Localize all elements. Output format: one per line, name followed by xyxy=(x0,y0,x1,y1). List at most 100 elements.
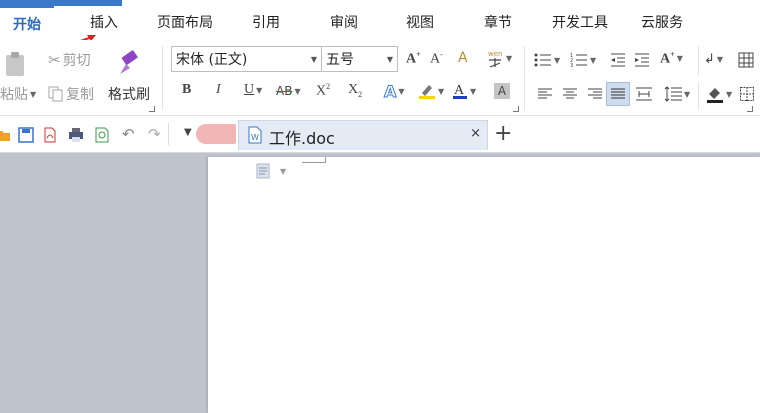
line-spacing-button[interactable]: ▼ xyxy=(664,86,690,102)
ribbon-toolbar: 粘贴 ▼ ✂ 剪切 复制 格式刷 宋体 (正文) ▼ 五号 ▼ A+ A- A … xyxy=(0,40,760,116)
subscript-icon: X2 xyxy=(348,82,363,99)
font-name-value: 宋体 (正文) xyxy=(176,52,248,68)
tab-view[interactable]: 视图 xyxy=(400,6,440,40)
bullet-list-icon xyxy=(534,53,551,67)
decrease-indent-icon[interactable] xyxy=(610,52,626,68)
line-spacing-icon xyxy=(664,86,682,102)
shrink-font-icon: A- xyxy=(430,50,443,67)
chevron-down-icon: ▼ xyxy=(726,89,733,99)
tab-references[interactable]: 引用 xyxy=(246,6,286,40)
chevron-down-icon: ▼ xyxy=(684,89,691,99)
chevron-down-icon: ▼ xyxy=(554,55,561,65)
italic-button[interactable]: I xyxy=(216,82,221,98)
increase-indent-icon[interactable] xyxy=(634,52,650,68)
chevron-down-icon: ▼ xyxy=(438,86,445,96)
paste-icon[interactable] xyxy=(4,50,28,78)
text-direction-icon: A+ xyxy=(660,50,675,67)
chevron-down-icon: ▼ xyxy=(470,86,477,96)
font-name-select[interactable]: 宋体 (正文) ▼ xyxy=(171,46,322,72)
undo-icon[interactable]: ↶ xyxy=(122,125,135,143)
tab-cloud-services[interactable]: 云服务 xyxy=(636,6,688,40)
underline-button[interactable]: U ▼ xyxy=(244,82,262,98)
return-arrow-icon: ↲ xyxy=(704,52,715,67)
open-folder-icon[interactable] xyxy=(0,127,12,143)
chevron-down-icon: ▼ xyxy=(30,89,37,99)
clipboard-dialog-launcher-icon[interactable] xyxy=(149,106,155,112)
distribute-icon[interactable] xyxy=(636,86,652,102)
superscript-button[interactable]: X2 xyxy=(316,82,330,100)
tab-developer-tools[interactable]: 开发工具 xyxy=(544,6,616,40)
numbering-button[interactable]: 123 ▼ xyxy=(570,52,596,68)
format-painter-icon[interactable] xyxy=(116,50,142,76)
clear-format-button[interactable]: A xyxy=(458,50,468,66)
text-direction-button[interactable]: A+ ▼ xyxy=(660,50,683,68)
shading-button[interactable]: ▼ xyxy=(706,85,732,103)
paragraph-dialog-launcher-icon[interactable] xyxy=(747,106,753,112)
align-left-icon[interactable] xyxy=(538,87,552,101)
font-dialog-launcher-icon[interactable] xyxy=(513,106,519,112)
format-painter-label: 格式刷 xyxy=(108,87,150,103)
print-preview-icon[interactable] xyxy=(94,127,110,143)
copy-label: 复制 xyxy=(66,87,94,103)
svg-text:A: A xyxy=(454,83,465,98)
highlight-button[interactable]: ▼ xyxy=(418,82,444,100)
print-icon[interactable] xyxy=(68,127,84,143)
font-color-button[interactable]: A ▼ xyxy=(452,82,476,100)
phonetic-guide-button[interactable]: wen ▼ xyxy=(486,48,512,68)
justify-button[interactable] xyxy=(606,82,630,106)
document-tab-title: 工作.doc xyxy=(269,129,335,148)
copy-button[interactable]: 复制 xyxy=(48,84,94,104)
cut-label: 剪切 xyxy=(62,53,91,69)
strikethrough-button[interactable]: AB ▼ xyxy=(276,84,301,98)
tab-chapter[interactable]: 章节 xyxy=(478,6,518,40)
new-tab-button[interactable]: + xyxy=(494,121,512,147)
table-grid-icon[interactable] xyxy=(738,52,754,68)
text-effect-icon: A xyxy=(383,82,397,102)
paragraph-mark-button[interactable]: ↲ ▼ xyxy=(704,52,723,67)
text-effect-button[interactable]: A ▼ xyxy=(383,82,404,102)
svg-text:3: 3 xyxy=(570,63,573,68)
subscript-button[interactable]: X2 xyxy=(348,82,362,99)
font-size-select[interactable]: 五号 ▼ xyxy=(321,46,398,72)
separator xyxy=(698,46,699,76)
paragraph-layout-icon[interactable] xyxy=(256,163,272,181)
separator xyxy=(524,46,525,110)
bullets-button[interactable]: ▼ xyxy=(534,52,560,68)
chevron-down-icon: ▼ xyxy=(310,55,317,64)
export-pdf-icon[interactable] xyxy=(42,127,58,143)
chevron-down-icon: ▼ xyxy=(256,85,263,95)
superscript-icon: X2 xyxy=(316,82,331,99)
paste-button[interactable]: 粘贴 ▼ xyxy=(0,84,36,104)
align-center-icon[interactable] xyxy=(563,87,577,101)
scissors-icon: ✂ xyxy=(48,51,61,69)
align-right-icon[interactable] xyxy=(588,87,602,101)
chevron-down-icon: ▼ xyxy=(676,54,683,64)
char-shading-button[interactable]: A xyxy=(494,83,510,99)
document-tab[interactable]: W 工作.doc × xyxy=(238,120,488,150)
justify-icon xyxy=(611,88,625,99)
borders-icon[interactable] xyxy=(740,87,754,101)
tab-review[interactable]: 审阅 xyxy=(324,6,364,40)
chevron-down-icon: ▼ xyxy=(716,55,724,64)
chevron-down-icon: ▼ xyxy=(386,55,393,64)
grow-font-button[interactable]: A+ xyxy=(406,50,421,68)
close-icon[interactable]: × xyxy=(470,126,481,141)
redo-icon[interactable]: ↷ xyxy=(148,125,161,143)
bold-button[interactable]: B xyxy=(182,82,191,98)
phonetic-guide-icon: wen xyxy=(488,50,502,68)
shrink-font-button[interactable]: A- xyxy=(430,50,443,68)
font-color-icon: A xyxy=(453,83,467,99)
cut-button[interactable]: ✂ 剪切 xyxy=(48,50,91,70)
tab-page-layout[interactable]: 页面布局 xyxy=(150,6,220,40)
format-painter-button[interactable]: 格式刷 xyxy=(108,84,150,104)
svg-text:wen: wen xyxy=(488,50,502,58)
tab-home[interactable]: 开始 xyxy=(0,6,54,40)
document-page[interactable] xyxy=(208,157,760,413)
chevron-down-icon[interactable]: ▼ xyxy=(280,167,286,176)
separator xyxy=(162,46,163,110)
customize-dropdown-icon[interactable]: ▼ xyxy=(184,127,192,138)
svg-text:W: W xyxy=(251,133,259,142)
eraser-icon: A xyxy=(458,50,468,66)
save-icon[interactable] xyxy=(18,127,34,143)
highlighter-icon xyxy=(419,85,435,99)
